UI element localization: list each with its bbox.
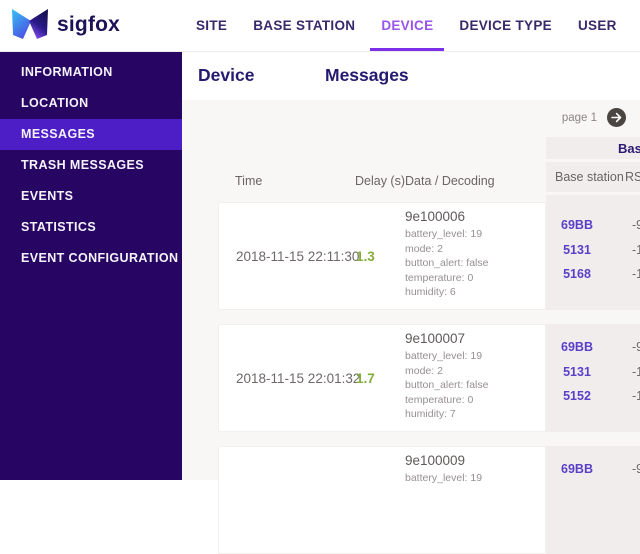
base-station-link[interactable]: 5131 bbox=[546, 238, 608, 263]
base-stations-cell: 69BB -9 bbox=[546, 446, 640, 554]
arrow-right-icon bbox=[611, 112, 622, 123]
sigfox-butterfly-icon bbox=[12, 9, 48, 39]
message-row: 2018-11-15 22:11:30 1.3 9e100006 battery… bbox=[218, 202, 640, 310]
next-page-button[interactable] bbox=[607, 108, 626, 127]
base-station-rssi: -1 bbox=[632, 364, 640, 379]
messages-section: page 1 Time Delay (s) Data / Decoding Ba… bbox=[182, 100, 640, 554]
sidebar: INFORMATION LOCATION MESSAGES TRASH MESS… bbox=[0, 51, 182, 480]
sidebar-item[interactable]: TRASH MESSAGES bbox=[0, 150, 182, 181]
col-header-base-station: Base station bbox=[555, 170, 624, 184]
base-station-row: 5131 -1 bbox=[546, 360, 640, 385]
nav-item[interactable]: USER bbox=[565, 0, 630, 51]
base-station-row: 5152 -1 bbox=[546, 384, 640, 409]
breadcrumb-device[interactable]: Device bbox=[198, 65, 254, 86]
base-station-row: 5168 -1 bbox=[546, 262, 640, 287]
nav-item[interactable]: SITE bbox=[183, 0, 240, 51]
base-station-row: 69BB -9 bbox=[546, 457, 640, 482]
sidebar-item[interactable]: INFORMATION bbox=[0, 57, 182, 88]
decoding-field: humidity: 7 bbox=[405, 408, 456, 420]
message-rows: 2018-11-15 22:11:30 1.3 9e100006 battery… bbox=[218, 202, 640, 554]
sidebar-item[interactable]: LOCATION bbox=[0, 88, 182, 119]
main-content: Device Messages page 1 Time Delay (s) Da… bbox=[182, 51, 640, 554]
message-hex-payload: 9e100007 bbox=[405, 331, 466, 346]
col-header-delay: Delay (s) bbox=[355, 174, 406, 188]
page-title-messages: Messages bbox=[325, 65, 409, 85]
divider bbox=[546, 192, 640, 195]
decoding-field: battery_level: 19 bbox=[405, 350, 483, 362]
message-decoding: battery_level: 19 mode: 2 button_alert: … bbox=[405, 227, 488, 300]
sidebar-item[interactable]: STATISTICS bbox=[0, 212, 182, 243]
base-station-rssi: -1 bbox=[632, 389, 640, 403]
nav-item[interactable]: BASE STATION bbox=[240, 0, 368, 51]
base-station-rssi: -1 bbox=[632, 242, 640, 257]
decoding-field: button_alert: false bbox=[405, 379, 489, 391]
sidebar-item[interactable]: EVENTS bbox=[0, 181, 182, 212]
base-station-link[interactable]: 69BB bbox=[546, 213, 608, 238]
base-station-rssi: -1 bbox=[632, 267, 640, 281]
col-header-time: Time bbox=[235, 174, 263, 188]
col-header-data: Data / Decoding bbox=[405, 174, 495, 188]
sidebar-item[interactable]: EVENT CONFIGURATION bbox=[0, 243, 182, 274]
message-time: 2018-11-15 22:11:30 bbox=[236, 248, 360, 264]
message-card: 9e100009 battery_level: 19 bbox=[218, 446, 546, 554]
base-stations-cell: 69BB -9 5131 -1 5152 -1 bbox=[546, 324, 640, 432]
base-station-rssi: -9 bbox=[632, 340, 640, 354]
message-delay: 1.7 bbox=[356, 370, 375, 386]
page-number-label: page 1 bbox=[561, 111, 597, 124]
base-station-row: 5131 -1 bbox=[546, 238, 640, 263]
col-header-rssi: RSSI bbox=[625, 170, 640, 184]
message-card: 2018-11-15 22:11:30 1.3 9e100006 battery… bbox=[218, 202, 546, 310]
base-stations-title: Base stations bbox=[618, 141, 640, 156]
decoding-field: mode: 2 bbox=[405, 364, 443, 377]
pagination: page 1 bbox=[562, 108, 626, 127]
nav-item[interactable]: DEVICE bbox=[368, 0, 446, 51]
decoding-field: battery_level: 19 bbox=[405, 228, 483, 240]
decoding-field: mode: 2 bbox=[405, 242, 443, 255]
decoding-field: button_alert: false bbox=[405, 257, 489, 269]
base-station-link[interactable]: 5168 bbox=[546, 262, 608, 287]
base-station-link[interactable]: 69BB bbox=[546, 335, 608, 360]
message-row: 2018-11-15 22:01:32 1.7 9e100007 battery… bbox=[218, 324, 640, 432]
nav-item[interactable]: DEVICE TYPE bbox=[446, 0, 565, 51]
message-hex-payload: 9e100009 bbox=[405, 453, 466, 468]
base-stations-columns: Base station RSSI bbox=[546, 162, 640, 192]
brand-name: sigfox bbox=[57, 13, 121, 36]
message-time: 2018-11-15 22:01:32 bbox=[236, 370, 361, 386]
message-decoding: battery_level: 19 bbox=[405, 471, 482, 486]
sigfox-logo[interactable]: sigfox bbox=[10, 8, 120, 42]
base-station-rssi: -9 bbox=[632, 218, 640, 232]
message-data: 9e100006 battery_level: 19 mode: 2 butto… bbox=[405, 209, 488, 300]
decoding-field: humidity: 6 bbox=[405, 286, 456, 298]
main-nav: SITE BASE STATION DEVICE DEVICE TYPE USE… bbox=[183, 0, 640, 51]
base-station-rssi: -9 bbox=[632, 462, 640, 476]
message-hex-payload: 9e100006 bbox=[405, 209, 466, 224]
message-delay: 1.3 bbox=[356, 248, 375, 264]
message-data: 9e100007 battery_level: 19 mode: 2 butto… bbox=[405, 331, 488, 422]
base-station-link[interactable]: 69BB bbox=[546, 457, 608, 482]
base-stations-cell: 69BB -9 5131 -1 5168 -1 bbox=[546, 202, 640, 310]
top-header: sigfox SITE BASE STATION DEVICE DEVICE T… bbox=[0, 0, 640, 52]
nav-item[interactable]: GROUP bbox=[630, 0, 640, 51]
base-station-row: 69BB -9 bbox=[546, 335, 640, 360]
base-station-row: 69BB -9 bbox=[546, 213, 640, 238]
decoding-field: battery_level: 19 bbox=[405, 472, 483, 484]
base-stations-panel-header: Base stations Base station RSSI bbox=[546, 137, 640, 202]
decoding-field: temperature: 0 bbox=[405, 271, 474, 284]
message-card: 2018-11-15 22:01:32 1.7 9e100007 battery… bbox=[218, 324, 546, 432]
base-station-link[interactable]: 5131 bbox=[546, 360, 608, 385]
message-row: 9e100009 battery_level: 19 69BB -9 bbox=[218, 446, 640, 554]
sidebar-item[interactable]: MESSAGES bbox=[0, 119, 182, 150]
base-station-link[interactable]: 5152 bbox=[546, 384, 608, 409]
message-data: 9e100009 battery_level: 19 bbox=[405, 453, 482, 486]
message-decoding: battery_level: 19 mode: 2 button_alert: … bbox=[405, 349, 488, 422]
decoding-field: temperature: 0 bbox=[405, 393, 474, 406]
